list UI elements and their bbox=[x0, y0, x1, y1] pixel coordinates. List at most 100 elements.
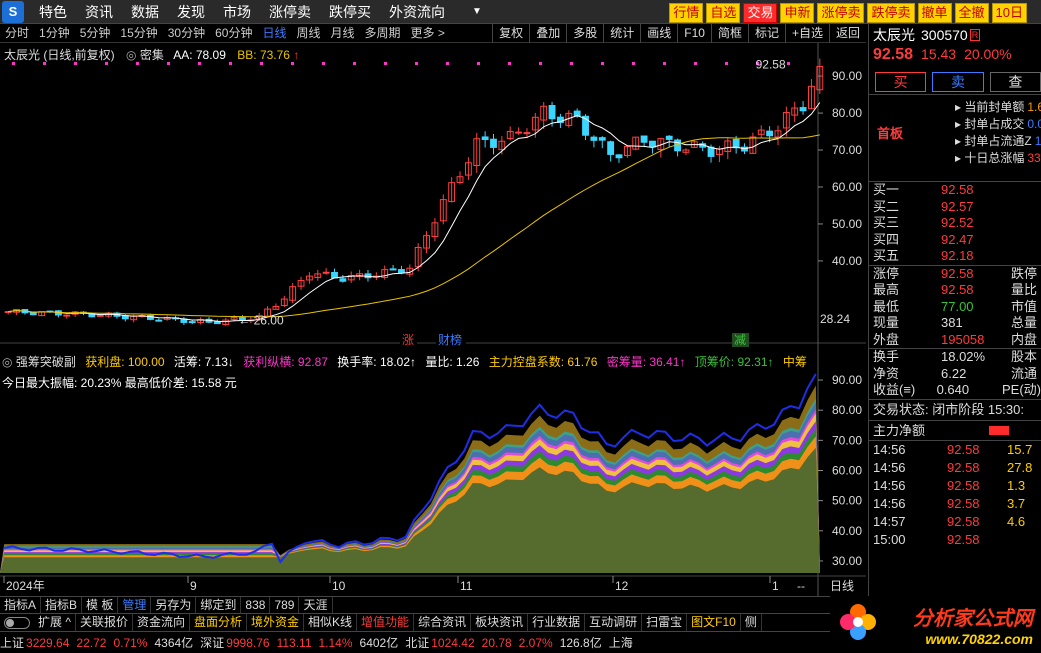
tab-indicator-a[interactable]: 指标A bbox=[0, 596, 42, 614]
candle-body bbox=[598, 137, 606, 141]
tab-manage[interactable]: 管理 bbox=[118, 596, 152, 614]
book-row: 买三 92.52 bbox=[869, 215, 1041, 232]
price-tick-label: 80.00 bbox=[832, 106, 862, 120]
chart-canvas[interactable]: 40.00 50.00 60.00 70.00 80.00 90.00 28.24 92.58… bbox=[0, 43, 866, 596]
tab-save-as[interactable]: 另存为 bbox=[151, 596, 197, 614]
sell-button[interactable]: 卖 bbox=[932, 72, 984, 92]
settings-icon[interactable]: ◎ bbox=[126, 48, 136, 62]
tab-838[interactable]: 838 bbox=[241, 596, 271, 614]
tick-time: 15:00 bbox=[873, 531, 906, 547]
candle-body bbox=[398, 269, 405, 274]
sub-legend: ◎ 强筹突破副 获利盘: 100.00 活筹: 7.13↓ 获利纵横: 92.8… bbox=[2, 353, 807, 370]
tool-overlay[interactable]: 叠加 bbox=[529, 24, 566, 43]
period-more[interactable]: 更多 > bbox=[406, 24, 450, 43]
expand-button[interactable]: 扩展 ^ bbox=[34, 614, 76, 631]
period-multi[interactable]: 多周期 bbox=[360, 24, 406, 43]
similar-kline-button[interactable]: 相似K线 bbox=[304, 614, 358, 631]
period-monthly[interactable]: 月线 bbox=[326, 24, 360, 43]
tick-price: 92.58 bbox=[947, 531, 980, 547]
foreign-capital-button[interactable]: 境外资金 bbox=[247, 614, 305, 631]
tool-back[interactable]: 返回 bbox=[828, 24, 866, 43]
tab-template[interactable]: 模 板 bbox=[82, 596, 119, 614]
menu-item-foreign-flow[interactable]: 外资流向 bbox=[380, 0, 454, 24]
quote-value: 381 bbox=[941, 315, 963, 330]
interaction-research-button[interactable]: 互动调研 bbox=[585, 614, 643, 631]
tool-adjust[interactable]: 复权 bbox=[492, 24, 529, 43]
period-weekly[interactable]: 周线 bbox=[291, 24, 325, 43]
menu-bar: S 特色 资讯 数据 发现 市场 涨停卖 跌停买 外资流向 ▼ 行情 自选 交易… bbox=[0, 0, 1041, 24]
fund-flow-button[interactable]: 资金流向 bbox=[133, 614, 190, 631]
value-added-button[interactable]: 增值功能 bbox=[357, 614, 415, 631]
market-analysis-button[interactable]: 盘面分析 bbox=[190, 614, 248, 631]
tick-volume: 1.3 bbox=[1007, 477, 1026, 493]
candle-body bbox=[96, 314, 104, 317]
tool-simple-frame[interactable]: 简框 bbox=[710, 24, 748, 43]
period-1min[interactable]: 1分钟 bbox=[34, 24, 75, 43]
buy-button[interactable]: 买 bbox=[875, 72, 927, 92]
quick-watchlist-button[interactable]: 自选 bbox=[706, 3, 741, 23]
side-button[interactable]: 侧 bbox=[741, 614, 762, 631]
tool-add-watchlist[interactable]: +自选 bbox=[784, 24, 829, 43]
chart-tools: 复权 叠加 多股 统计 画线 F10 简框 标记 +自选 返回 bbox=[492, 24, 866, 43]
industry-data-button[interactable]: 行业数据 bbox=[528, 614, 586, 631]
tab-indicator-b[interactable]: 指标B bbox=[41, 596, 83, 614]
sector-news-button[interactable]: 板块资讯 bbox=[471, 614, 529, 631]
quick-cancel-all-button[interactable]: 全撤 bbox=[954, 3, 989, 23]
quick-quote-button[interactable]: 行情 bbox=[669, 3, 704, 23]
panel-toggle[interactable] bbox=[4, 616, 30, 629]
quick-trade-button[interactable]: 交易 bbox=[743, 3, 778, 23]
menu-item-discover[interactable]: 发现 bbox=[168, 0, 214, 24]
toggle-icon[interactable]: ◎ bbox=[2, 355, 12, 369]
book-price: 92.52 bbox=[941, 215, 974, 230]
period-label: 日线 bbox=[830, 579, 854, 593]
candle-body bbox=[155, 319, 163, 322]
quick-cancel-button[interactable]: 撤单 bbox=[917, 3, 952, 23]
mine-sweeper-button[interactable]: 扫雷宝 bbox=[642, 614, 688, 631]
related-quote-button[interactable]: 关联报价 bbox=[76, 614, 133, 631]
tab-bind-to[interactable]: 绑定到 bbox=[196, 596, 242, 614]
quote-row: 外盘 195058 内盘 bbox=[869, 332, 1041, 349]
tick-volume: 3.7 bbox=[1007, 495, 1026, 511]
tab-tianya[interactable]: 天涯 bbox=[299, 596, 333, 614]
quick-limitup-sell-button[interactable]: 涨停卖 bbox=[817, 3, 865, 23]
tool-f10[interactable]: F10 bbox=[677, 24, 711, 43]
quote-label: 最低 bbox=[873, 298, 900, 314]
main-flow-bar bbox=[989, 425, 1010, 435]
period-daily[interactable]: 日线 bbox=[257, 24, 291, 43]
period-intraday[interactable]: 分时 bbox=[0, 24, 34, 43]
period-5min[interactable]: 5分钟 bbox=[75, 24, 116, 43]
quote-label-2: 量比 bbox=[1011, 282, 1038, 297]
price-change: 15.43 bbox=[921, 46, 957, 62]
tool-draw[interactable]: 画线 bbox=[640, 24, 677, 43]
tool-stats[interactable]: 统计 bbox=[603, 24, 640, 43]
tab-789[interactable]: 789 bbox=[270, 596, 300, 614]
quick-10day-button[interactable]: 10日 bbox=[991, 3, 1027, 23]
tick-price: 92.58 bbox=[947, 495, 980, 511]
news-button[interactable]: 综合资讯 bbox=[414, 614, 472, 631]
menu-item-data[interactable]: 数据 bbox=[122, 0, 168, 24]
seal-row: ▸ 封单占流通Z1.0 bbox=[955, 133, 1041, 150]
tick-list[interactable]: 14:56 92.58 15.7 14:56 92.58 27.8 14:56 92.58 1.… bbox=[869, 441, 1041, 549]
index-amount: 4364亿 bbox=[154, 636, 194, 650]
period-30min[interactable]: 30分钟 bbox=[163, 24, 210, 43]
tool-mark[interactable]: 标记 bbox=[747, 24, 785, 43]
query-button[interactable]: 查 bbox=[989, 72, 1041, 92]
period-60min[interactable]: 60分钟 bbox=[210, 24, 257, 43]
signal-dot bbox=[415, 62, 418, 65]
up-arrow-icon: ↑ bbox=[293, 48, 300, 62]
period-15min[interactable]: 15分钟 bbox=[115, 24, 162, 43]
quick-subscribe-button[interactable]: 申新 bbox=[780, 3, 815, 23]
sub-stat-2: 获利纵横: 92.87 bbox=[239, 355, 328, 369]
menu-item-limitdown-buy[interactable]: 跌停买 bbox=[320, 0, 380, 24]
chevron-down-icon[interactable]: ▼ bbox=[472, 6, 482, 17]
menu-item-news[interactable]: 资讯 bbox=[76, 0, 122, 24]
menu-item-limitup-sell[interactable]: 涨停卖 bbox=[260, 0, 320, 24]
candle-body bbox=[490, 138, 497, 148]
f10-graphic-button[interactable]: 图文F10 bbox=[687, 614, 741, 631]
tool-multi-stock[interactable]: 多股 bbox=[566, 24, 603, 43]
menu-item-market[interactable]: 市场 bbox=[214, 0, 260, 24]
price-bar: 92.58 15.43 20.00% bbox=[869, 46, 1041, 70]
stat-label: 换手 bbox=[873, 349, 900, 364]
quick-limitdown-sell-button[interactable]: 跌停卖 bbox=[867, 3, 915, 23]
menu-item-features[interactable]: 特色 bbox=[30, 0, 76, 24]
